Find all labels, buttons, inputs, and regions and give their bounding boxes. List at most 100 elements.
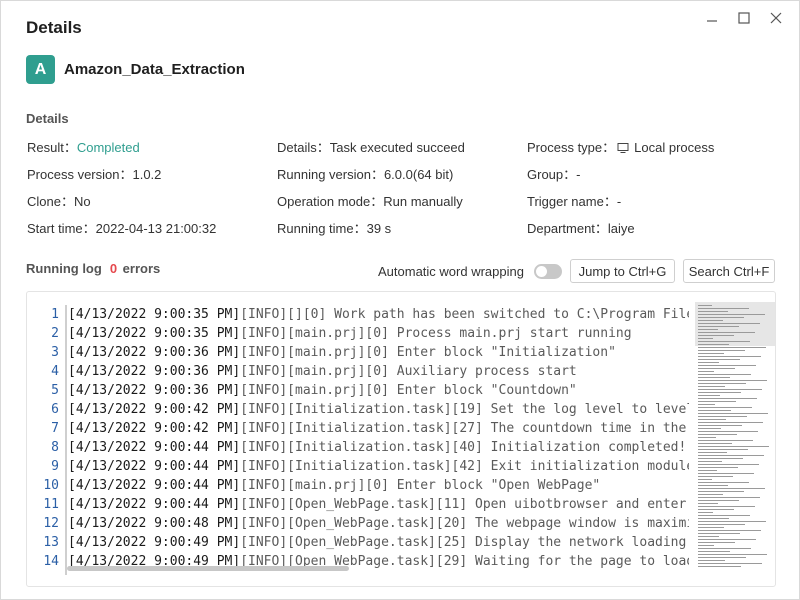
line-number: 6	[51, 402, 59, 417]
detail-value: 2022-04-13 21:00:32	[95, 221, 217, 236]
minimap-line	[698, 398, 757, 399]
bracket-open: [	[68, 478, 76, 493]
bracket-open: [	[68, 497, 76, 512]
detail-label: Clone：	[27, 194, 74, 209]
minimap-line	[698, 524, 745, 525]
detail-process-type: Process type： Local process	[527, 137, 714, 156]
minimap-line	[698, 560, 725, 561]
minimap-line	[698, 503, 718, 504]
detail-operation-mode: Operation mode：Run manually	[277, 191, 463, 210]
log-tag: [INFO][Open_WebPage.task][11]	[240, 497, 468, 512]
detail-group: Group：-	[527, 164, 580, 183]
search-button[interactable]: Search Ctrl+F	[683, 259, 775, 283]
bracket-open: [	[68, 402, 76, 417]
log-message: Open uibotbrowser and enter t	[467, 497, 689, 512]
detail-trigger-name: Trigger name：-	[527, 191, 621, 210]
minimap-line	[698, 350, 745, 351]
minimap-line	[698, 353, 724, 354]
minimap-line	[698, 305, 712, 306]
minimap-line	[698, 344, 729, 345]
bracket-open: [	[68, 440, 76, 455]
minimap-line	[698, 464, 759, 465]
minimap-line	[698, 335, 734, 336]
log-tag: [INFO][Open_WebPage.task][20]	[240, 516, 468, 531]
log-tag: [INFO][main.prj][0]	[240, 345, 389, 360]
minimap-line	[698, 359, 740, 360]
log-line: [4/13/2022 9:00:36 PM][INFO][main.prj][0…	[67, 362, 689, 381]
log-timestamp: 4/13/2022 9:00:44 PM	[75, 497, 233, 512]
minimap-line	[698, 494, 723, 495]
minimap-line	[698, 488, 765, 489]
detail-department: Department：laiye	[527, 218, 635, 237]
minimap-line	[698, 437, 716, 438]
minimap-line	[698, 566, 741, 567]
error-count: 0	[109, 261, 118, 276]
detail-label: Department：	[527, 221, 608, 236]
minimap-line	[698, 509, 734, 510]
line-number: 7	[51, 421, 59, 436]
log-tag: [INFO][Initialization.task][40]	[240, 440, 483, 455]
detail-value: 39 s	[366, 221, 392, 236]
detail-label: Details：	[277, 140, 330, 155]
detail-label: Start time：	[27, 221, 96, 236]
bracket-open: [	[68, 364, 76, 379]
line-number: 2	[51, 326, 59, 341]
log-panel[interactable]: 1 2 3 4 5 6 7 8 9 10 11 12 13 14 [4/13/2022 9:00:35 P…	[26, 291, 776, 587]
detail-running-version: Running version：6.0.0(64 bit)	[277, 164, 453, 183]
minimap-line	[698, 374, 751, 375]
log-content[interactable]: [4/13/2022 9:00:35 PM][INFO][][0] Work p…	[65, 305, 689, 575]
log-timestamp: 4/13/2022 9:00:42 PM	[75, 421, 233, 436]
horizontal-scrollbar[interactable]	[67, 566, 349, 571]
log-minimap[interactable]	[695, 302, 775, 578]
log-tag: [INFO][main.prj][0]	[240, 326, 389, 341]
minimap-line	[698, 434, 737, 435]
minimap-line	[698, 545, 714, 546]
log-tag: [INFO][Initialization.task][42]	[240, 459, 483, 474]
minimap-line	[698, 467, 738, 468]
bracket-open: [	[68, 307, 76, 322]
bracket-open: [	[68, 345, 76, 360]
log-timestamp: 4/13/2022 9:00:44 PM	[75, 478, 233, 493]
minimap-line	[698, 389, 762, 390]
line-number: 8	[51, 440, 59, 455]
minimap-line	[698, 512, 713, 513]
minimap-line	[698, 395, 720, 396]
minimap-line	[698, 548, 751, 549]
bracket-open: [	[68, 326, 76, 341]
log-message: The countdown time in the c	[482, 421, 689, 436]
minimap-line	[698, 332, 755, 333]
detail-running-time: Running time：39 s	[277, 218, 391, 237]
minimap-line	[698, 500, 739, 501]
line-number: 12	[43, 516, 59, 531]
log-timestamp: 4/13/2022 9:00:44 PM	[75, 440, 233, 455]
detail-process-version: Process version：1.0.2	[27, 164, 161, 183]
detail-label: Operation mode：	[277, 194, 384, 209]
detail-value: No	[73, 194, 91, 209]
minimap-line	[698, 458, 743, 459]
log-line: [4/13/2022 9:00:48 PM][INFO][Open_WebPag…	[67, 514, 689, 533]
jump-to-button[interactable]: Jump to Ctrl+G	[570, 259, 675, 283]
error-label: errors	[122, 261, 161, 276]
minimize-button[interactable]	[703, 9, 721, 27]
minimap-line	[698, 470, 717, 471]
minimap-line	[698, 377, 730, 378]
bracket-open: [	[68, 383, 76, 398]
word-wrap-toggle[interactable]	[534, 264, 562, 279]
minimap-line	[698, 341, 750, 342]
log-line: [4/13/2022 9:00:42 PM][INFO][Initializat…	[67, 419, 689, 438]
log-message: Auxiliary process start	[388, 364, 577, 379]
line-number: 5	[51, 383, 59, 398]
minimap-line	[698, 452, 727, 453]
minimap-line	[698, 407, 752, 408]
maximize-button[interactable]	[735, 9, 753, 27]
minimap-line	[698, 554, 767, 555]
minimap-line	[698, 383, 746, 384]
log-line: [4/13/2022 9:00:49 PM][INFO][Open_WebPag…	[67, 533, 689, 552]
minimap-line	[698, 326, 739, 327]
minimap-line	[698, 371, 714, 372]
minimap-line	[698, 392, 741, 393]
minimap-line	[698, 542, 735, 543]
close-button[interactable]	[767, 9, 785, 27]
app-avatar: A	[26, 55, 55, 84]
log-tag: [INFO][main.prj][0]	[240, 364, 389, 379]
